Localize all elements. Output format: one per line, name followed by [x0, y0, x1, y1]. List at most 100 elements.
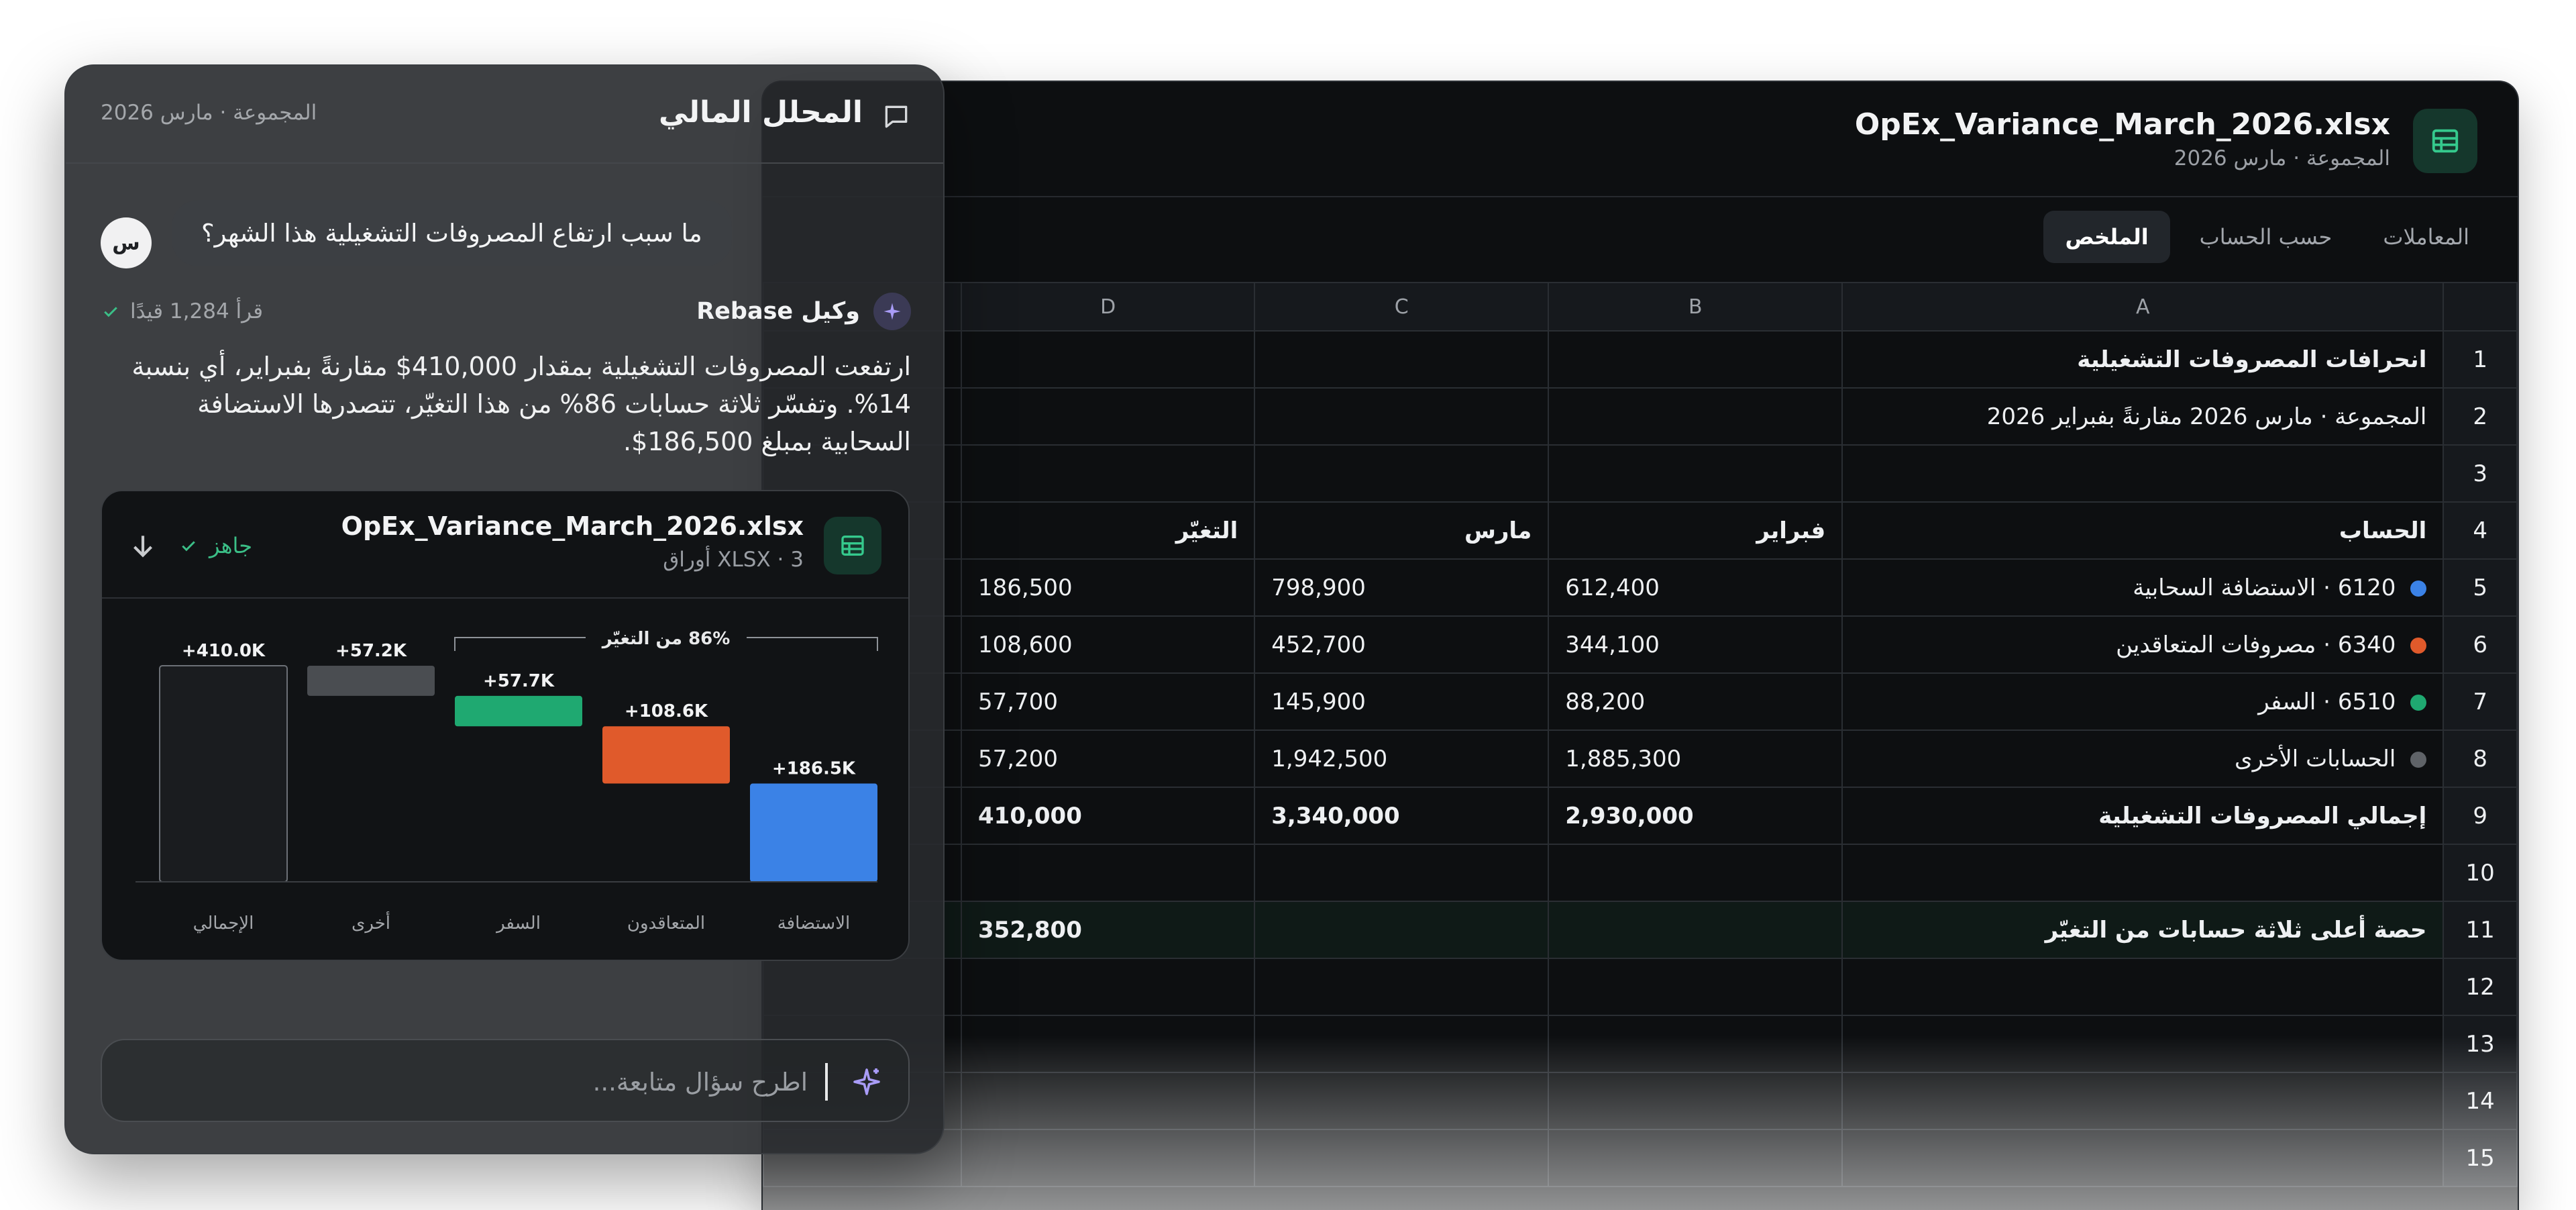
chart-bar [159, 665, 288, 883]
cell-d[interactable]: 186,500 [961, 558, 1256, 617]
cell-d[interactable]: 410,000 [961, 787, 1256, 845]
spreadsheet-grid: A B C D 1 انحرافات المصروفات التشغيلية 2 ال… [763, 282, 2518, 1210]
cell-d[interactable]: 352,800 [961, 901, 1256, 959]
column-header-b[interactable]: B [1548, 282, 1843, 332]
cell-a[interactable] [1841, 844, 2445, 902]
cell-c[interactable]: 452,700 [1254, 615, 1550, 674]
cell-d[interactable] [961, 1015, 1256, 1073]
x-tick-label: السفر [495, 913, 541, 934]
attachment-card[interactable]: OpEx_Variance_March_2026.xlsx XLSX · 3 أ… [101, 490, 910, 961]
row-number[interactable]: 14 [2443, 1072, 2518, 1130]
cell-a[interactable]: المجموعة · مارس 2026 مقارنةً بفبراير 202… [1841, 387, 2445, 446]
tab-0[interactable]: الملخص [2043, 211, 2170, 263]
cell-c[interactable] [1254, 1072, 1550, 1130]
cell-d[interactable] [961, 1072, 1256, 1130]
row-number[interactable]: 7 [2443, 672, 2518, 731]
cell-c[interactable] [1254, 387, 1550, 446]
check-icon [182, 541, 195, 552]
table-row: 4 الحساب فبراير مارس التغيّر [763, 501, 2518, 560]
cell-b[interactable] [1548, 330, 1843, 389]
cell-b[interactable] [1548, 1072, 1843, 1130]
cell-a[interactable]: حصة أعلى ثلاثة حسابات من التغيّر [1841, 901, 2445, 959]
row-number[interactable]: 5 [2443, 558, 2518, 617]
column-header-a[interactable]: A [1841, 282, 2445, 332]
cell-d[interactable] [961, 330, 1256, 389]
bar-value-label: +410.0K [182, 641, 266, 661]
cell-c[interactable] [1254, 901, 1550, 959]
table-row: 8 الحسابات الأخرى 1,885,300 1,942,500 57,200 [763, 729, 2518, 788]
cell-a[interactable] [1841, 1129, 2445, 1187]
spreadsheet-table: A B C D 1 انحرافات المصروفات التشغيلية 2 ال… [763, 282, 2518, 1187]
cell-d[interactable]: التغيّر [961, 501, 1256, 560]
table-row: 5 6120 · الاستضافة السحابية 612,400 798,900… [763, 558, 2518, 617]
cell-d[interactable]: 57,700 [961, 672, 1256, 731]
cell-a[interactable]: 6510 · السفر [1841, 672, 2445, 731]
row-number[interactable]: 4 [2443, 501, 2518, 560]
follow-up-input[interactable] [150, 1054, 808, 1110]
table-row: 3 [763, 444, 2518, 503]
cell-d[interactable] [961, 387, 1256, 446]
cell-c[interactable] [1254, 444, 1550, 503]
cell-c[interactable]: 798,900 [1254, 558, 1550, 617]
cell-b[interactable]: 612,400 [1548, 558, 1843, 617]
row-number[interactable]: 10 [2443, 844, 2518, 902]
cell-b[interactable] [1548, 958, 1843, 1016]
cell-c[interactable] [1254, 1129, 1550, 1187]
cell-a[interactable]: 6120 · الاستضافة السحابية [1841, 558, 2445, 617]
cell-b[interactable] [1548, 1129, 1843, 1187]
tab-1[interactable]: حسب الحساب [2178, 211, 2354, 263]
row-number[interactable]: 13 [2443, 1015, 2518, 1073]
cell-a[interactable]: إجمالي المصروفات التشغيلية [1841, 787, 2445, 845]
cell-c[interactable] [1254, 958, 1550, 1016]
cell-a[interactable]: الحساب [1841, 501, 2445, 560]
row-number[interactable]: 1 [2443, 330, 2518, 389]
row-number[interactable]: 6 [2443, 615, 2518, 674]
row-number[interactable]: 3 [2443, 444, 2518, 503]
sparkle-icon[interactable] [851, 1066, 883, 1098]
cell-a[interactable]: الحسابات الأخرى [1841, 729, 2445, 788]
row-number[interactable]: 9 [2443, 787, 2518, 845]
tab-2[interactable]: المعاملات [2361, 211, 2491, 263]
cell-d[interactable] [961, 844, 1256, 902]
cell-c[interactable]: 1,942,500 [1254, 729, 1550, 788]
cell-a[interactable] [1841, 1072, 2445, 1130]
row-number[interactable]: 12 [2443, 958, 2518, 1016]
row-number[interactable]: 8 [2443, 729, 2518, 788]
cell-b[interactable] [1548, 1015, 1843, 1073]
cell-c[interactable]: 145,900 [1254, 672, 1550, 731]
cell-a[interactable]: انحرافات المصروفات التشغيلية [1841, 330, 2445, 389]
corner-cell[interactable] [2443, 282, 2518, 332]
column-header-d[interactable]: D [961, 282, 1256, 332]
cell-c[interactable]: مارس [1254, 501, 1550, 560]
column-header-c[interactable]: C [1254, 282, 1550, 332]
cell-text: 6510 · السفر [2258, 688, 2396, 715]
cell-a[interactable] [1841, 444, 2445, 503]
row-number[interactable]: 15 [2443, 1129, 2518, 1187]
cell-d[interactable]: 57,200 [961, 729, 1256, 788]
cell-c[interactable]: 3,340,000 [1254, 787, 1550, 845]
row-number[interactable]: 11 [2443, 901, 2518, 959]
cell-a[interactable] [1841, 1015, 2445, 1073]
cell-b[interactable]: فبراير [1548, 501, 1843, 560]
cell-b[interactable]: 2,930,000 [1548, 787, 1843, 845]
bar-value-label: +57.7K [483, 671, 555, 691]
download-icon[interactable] [126, 530, 160, 564]
cell-b[interactable]: 1,885,300 [1548, 729, 1843, 788]
cell-d[interactable] [961, 1129, 1256, 1187]
cell-a[interactable]: 6340 · مصروفات المتعاقدين [1841, 615, 2445, 674]
cell-c[interactable] [1254, 330, 1550, 389]
cell-b[interactable]: 344,100 [1548, 615, 1843, 674]
cell-b[interactable] [1548, 901, 1843, 959]
row-number[interactable]: 2 [2443, 387, 2518, 446]
cell-text: المجموعة · مارس 2026 مقارنةً بفبراير 202… [1986, 403, 2427, 430]
cell-a[interactable] [1841, 958, 2445, 1016]
cell-c[interactable] [1254, 1015, 1550, 1073]
cell-b[interactable] [1548, 844, 1843, 902]
cell-d[interactable] [961, 444, 1256, 503]
cell-b[interactable] [1548, 444, 1843, 503]
cell-d[interactable] [961, 958, 1256, 1016]
cell-d[interactable]: 108,600 [961, 615, 1256, 674]
cell-c[interactable] [1254, 844, 1550, 902]
cell-b[interactable] [1548, 387, 1843, 446]
cell-b[interactable]: 88,200 [1548, 672, 1843, 731]
